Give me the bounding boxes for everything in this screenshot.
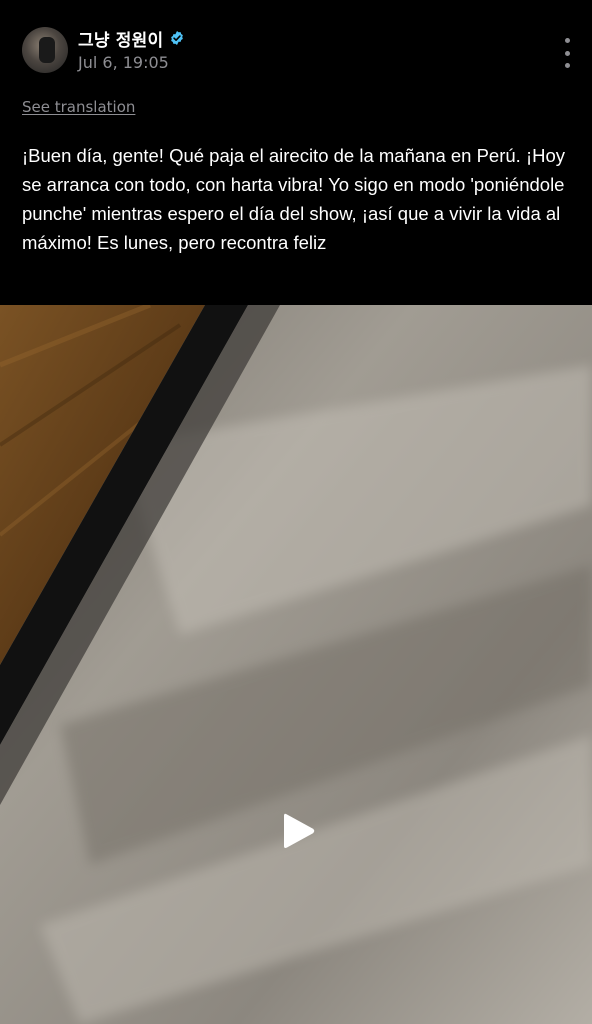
- author-row: 그냥 정원이: [78, 26, 185, 51]
- more-vertical-icon: [564, 38, 570, 43]
- avatar[interactable]: [22, 27, 68, 73]
- post-video[interactable]: [0, 305, 592, 1024]
- see-translation-link[interactable]: See translation: [22, 98, 135, 116]
- post-header: 그냥 정원이 Jul 6, 19:05: [0, 0, 592, 100]
- post-timestamp: Jul 6, 19:05: [78, 53, 169, 72]
- verified-badge-icon: [171, 31, 184, 45]
- play-icon[interactable]: [280, 810, 318, 852]
- video-thumbnail: [0, 305, 592, 1024]
- more-options-button[interactable]: [562, 38, 572, 68]
- author-name[interactable]: 그냥 정원이: [78, 26, 163, 51]
- post-body-text: ¡Buen día, gente! Qué paja el airecito d…: [22, 145, 566, 253]
